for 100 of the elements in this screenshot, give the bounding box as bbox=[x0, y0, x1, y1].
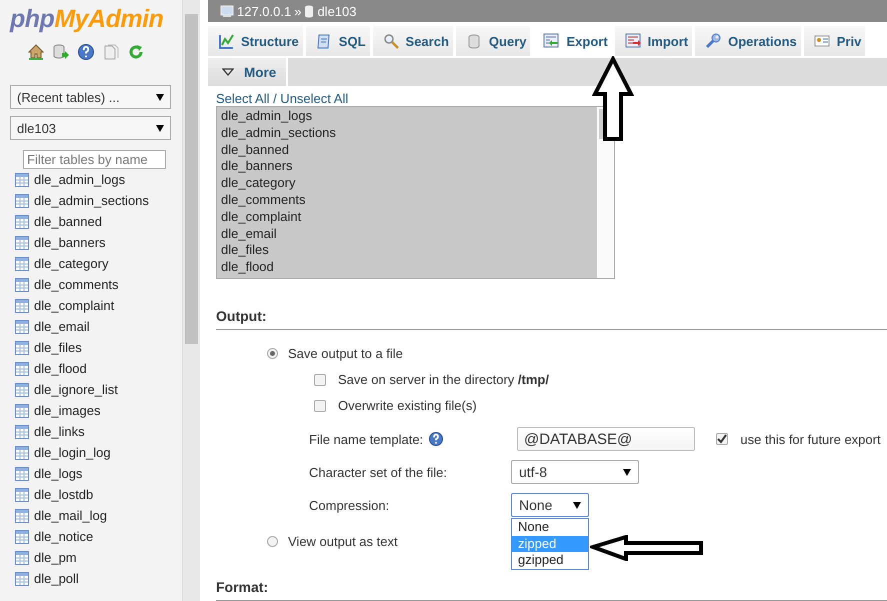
table-icon bbox=[15, 404, 29, 418]
table-link[interactable]: dle_notice bbox=[34, 529, 94, 544]
table-icon bbox=[15, 340, 29, 354]
table-icon bbox=[15, 256, 29, 270]
table-link[interactable]: dle_links bbox=[34, 424, 85, 439]
table-link[interactable]: dle_banners bbox=[34, 235, 106, 250]
checkmark-icon bbox=[717, 434, 728, 444]
tab[interactable]: Query bbox=[456, 26, 530, 56]
dropdown-caret-icon bbox=[156, 124, 164, 132]
table-icon bbox=[15, 362, 29, 376]
table-icon bbox=[15, 382, 29, 396]
table-link[interactable]: dle_email bbox=[34, 319, 90, 334]
table-icon bbox=[15, 488, 29, 502]
radio-button[interactable] bbox=[267, 536, 278, 547]
table-icon bbox=[15, 298, 29, 312]
table-icon bbox=[15, 508, 29, 522]
table-icon bbox=[15, 446, 29, 460]
table-icon bbox=[15, 214, 29, 228]
tab[interactable]: Structure bbox=[208, 26, 303, 56]
option-label: Save output to a file bbox=[288, 346, 403, 361]
database-icon bbox=[53, 44, 69, 60]
table-link[interactable]: dle_poll bbox=[34, 571, 79, 586]
tab[interactable]: Search bbox=[372, 26, 453, 56]
dropdown-caret-icon bbox=[623, 468, 631, 476]
table-link[interactable]: dle_flood bbox=[34, 361, 87, 376]
select-all-link[interactable]: Select All / Unselect All bbox=[216, 92, 887, 105]
tab[interactable]: Operations bbox=[695, 26, 801, 56]
more-tab[interactable]: More bbox=[208, 58, 288, 86]
server-link[interactable]: 127.0.0.1 bbox=[237, 4, 292, 18]
checkbox[interactable] bbox=[314, 400, 326, 412]
tab-icon bbox=[543, 33, 560, 49]
help-icon bbox=[429, 432, 444, 446]
dropdown-caret-icon bbox=[573, 502, 581, 508]
table-icon bbox=[15, 466, 29, 480]
help-icon bbox=[78, 44, 94, 60]
dropdown-option[interactable]: None bbox=[512, 519, 588, 536]
table-icon bbox=[15, 424, 29, 438]
table-icon bbox=[15, 236, 29, 250]
tab-icon bbox=[382, 33, 399, 49]
scrollbar[interactable] bbox=[182, 0, 200, 601]
table-link[interactable]: dle_comments bbox=[34, 277, 119, 292]
phpmyadmin-logo[interactable]: phpMyAdmin bbox=[0, 0, 182, 36]
table-link[interactable]: dle_login_log bbox=[34, 445, 111, 460]
server-icon bbox=[220, 4, 234, 18]
field-label: Character set of the file: bbox=[309, 464, 448, 480]
tab[interactable]: Priv bbox=[804, 26, 866, 56]
database-icon bbox=[304, 4, 314, 18]
table-link[interactable]: dle_category bbox=[34, 256, 108, 271]
dropdown-option[interactable]: gzipped bbox=[512, 552, 588, 568]
checkbox[interactable] bbox=[314, 374, 326, 386]
table-icon bbox=[15, 572, 29, 586]
tab-icon bbox=[814, 33, 830, 49]
tables-listbox[interactable]: dle_admin_logs dle_admin_sections dle_banned dle_banners dle_category dle_comments dle_complaint dle_email dle_files dle_flood bbox=[216, 106, 615, 279]
recent-tables-select[interactable]: (Recent tables) ... bbox=[10, 85, 172, 109]
table-icon bbox=[15, 172, 29, 186]
compression-select[interactable]: None bbox=[511, 493, 589, 517]
tab-icon bbox=[705, 33, 722, 49]
dropdown-triangle-icon bbox=[222, 67, 234, 77]
option-label: Overwrite existing file(s) bbox=[338, 398, 477, 413]
table-link[interactable]: dle_admin_logs bbox=[34, 172, 126, 187]
tab-icon bbox=[466, 33, 482, 49]
table-link[interactable]: dle_lostdb bbox=[34, 487, 94, 502]
reload-icon bbox=[128, 44, 144, 60]
charset-select[interactable]: utf-8 bbox=[511, 460, 639, 484]
radio-button[interactable] bbox=[267, 348, 278, 359]
table-link[interactable]: dle_logs bbox=[34, 466, 82, 481]
table-icon bbox=[15, 550, 29, 564]
table-link[interactable]: dle_complaint bbox=[34, 298, 114, 313]
option-label: Save on server in the directory /tmp/ bbox=[338, 372, 549, 387]
table-link[interactable]: dle_admin_sections bbox=[34, 193, 149, 208]
dropdown-caret-icon bbox=[156, 94, 164, 100]
tab[interactable]: SQL bbox=[306, 26, 370, 56]
table-link[interactable]: dle_pm bbox=[34, 550, 77, 565]
section-heading: Output: bbox=[216, 309, 887, 330]
field-label: Compression: bbox=[309, 498, 390, 512]
table-icon bbox=[15, 320, 29, 334]
field-label: File name template: bbox=[309, 432, 424, 446]
document-icon bbox=[103, 44, 119, 60]
table-link[interactable]: dle_ignore_list bbox=[34, 382, 118, 397]
table-link[interactable]: dle_files bbox=[34, 340, 82, 355]
filter-tables-field[interactable]: Filter tables by name bbox=[23, 150, 166, 169]
option-label: use this for future export bbox=[740, 432, 881, 446]
table-link[interactable]: dle_banned bbox=[34, 214, 102, 229]
database-link[interactable]: dle103 bbox=[317, 4, 356, 18]
table-icon bbox=[15, 194, 29, 208]
database-select[interactable]: dle103 bbox=[10, 116, 172, 140]
table-icon bbox=[15, 530, 29, 544]
home-icon bbox=[28, 44, 44, 60]
option-label: View output as text bbox=[288, 534, 398, 549]
table-link[interactable]: dle_mail_log bbox=[34, 508, 107, 523]
tab-icon bbox=[624, 33, 641, 49]
tab[interactable]: Import bbox=[614, 26, 692, 56]
section-heading: Format: bbox=[216, 580, 887, 601]
table-icon bbox=[15, 278, 29, 292]
checkbox[interactable] bbox=[716, 433, 728, 445]
tab-icon bbox=[218, 33, 234, 49]
breadcrumb-separator: » bbox=[294, 4, 302, 18]
tab-icon bbox=[316, 33, 332, 49]
file-name-template-field[interactable]: @DATABASE@ bbox=[517, 427, 695, 451]
table-link[interactable]: dle_images bbox=[34, 403, 100, 418]
